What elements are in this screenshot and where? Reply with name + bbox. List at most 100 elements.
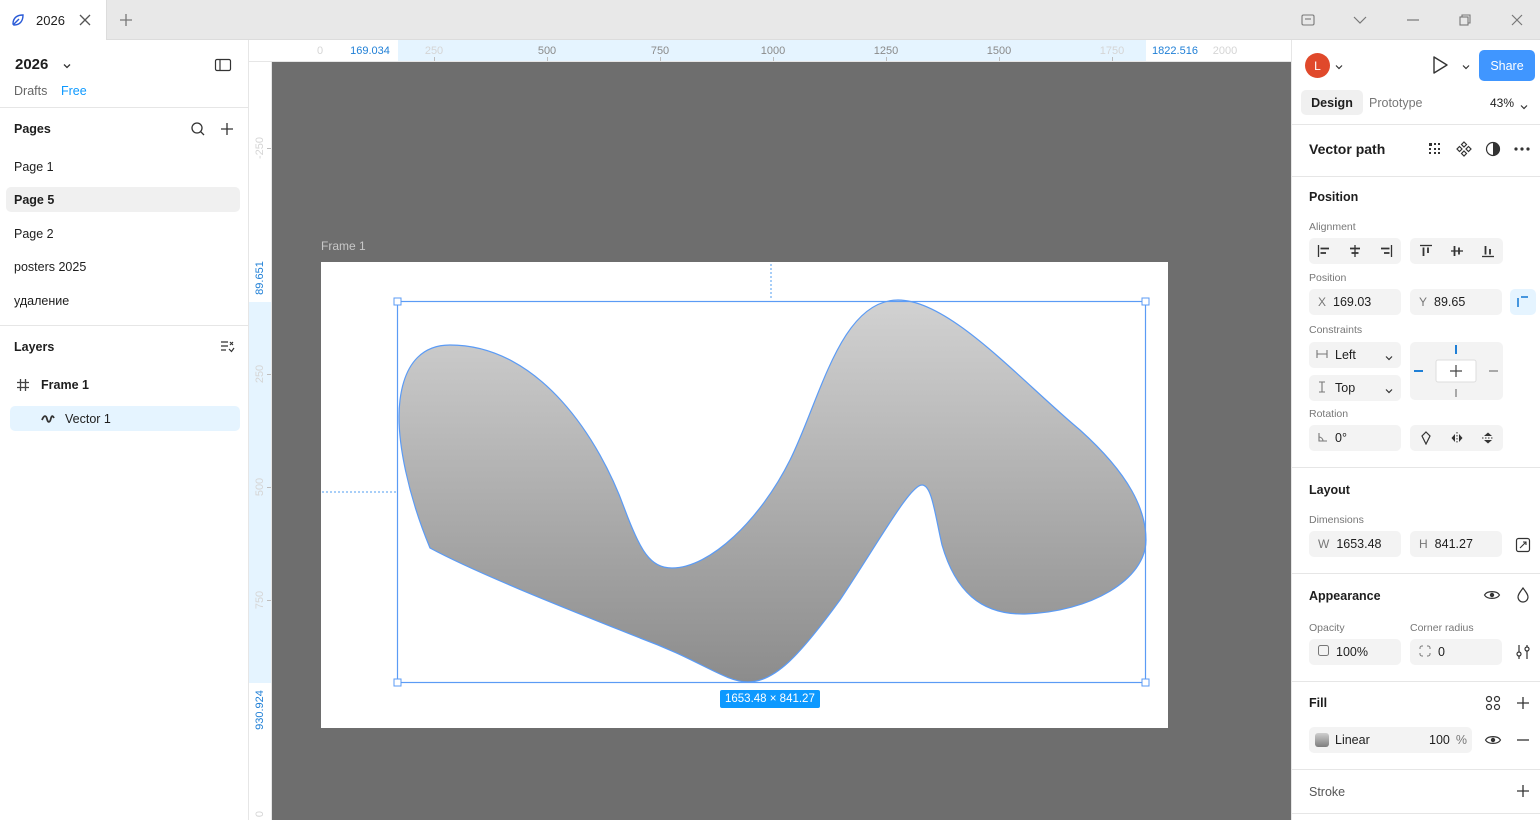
plan-badge[interactable]: Free bbox=[61, 84, 87, 98]
eye-icon[interactable] bbox=[1483, 586, 1501, 604]
vertical-constraint-value: Top bbox=[1335, 381, 1356, 395]
vector-path-icon bbox=[41, 413, 55, 425]
zoom-level[interactable]: 43% bbox=[1490, 96, 1514, 110]
y-value: 89.65 bbox=[1434, 295, 1466, 309]
tab-prototype[interactable]: Prototype bbox=[1369, 90, 1423, 115]
page-item-page-1[interactable]: Page 1 bbox=[6, 154, 240, 179]
divider bbox=[1292, 573, 1540, 574]
minimize-icon[interactable] bbox=[1387, 0, 1439, 40]
y-field[interactable]: Y 89.65 bbox=[1410, 289, 1502, 315]
remove-fill-minus-icon[interactable] bbox=[1514, 731, 1532, 749]
chevron-down-icon[interactable] bbox=[1520, 100, 1528, 110]
chevron-down-icon[interactable] bbox=[62, 60, 72, 70]
file-tab[interactable]: 2026 bbox=[0, 0, 107, 40]
align-top-icon[interactable] bbox=[1410, 238, 1441, 264]
avatar[interactable]: L bbox=[1305, 53, 1330, 78]
mask-icon[interactable] bbox=[1484, 140, 1502, 158]
ruler-label: 0 bbox=[254, 810, 266, 818]
restore-icon[interactable] bbox=[1439, 0, 1491, 40]
rotate-icon[interactable] bbox=[1410, 425, 1441, 451]
fill-row[interactable]: Linear 100 % bbox=[1309, 727, 1472, 753]
component-icon[interactable] bbox=[1455, 140, 1473, 158]
ruler-label: 750 bbox=[650, 45, 670, 57]
page-item-page-5[interactable]: Page 5 bbox=[6, 187, 240, 212]
page-item-label: Page 1 bbox=[14, 159, 54, 174]
close-window-icon[interactable] bbox=[1491, 0, 1540, 40]
chevron-down-icon[interactable] bbox=[1462, 60, 1470, 70]
layers-heading: Layers bbox=[14, 340, 55, 354]
align-bottom-icon[interactable] bbox=[1472, 238, 1503, 264]
fill-opacity-value[interactable]: 100 bbox=[1429, 733, 1450, 747]
file-name[interactable]: 2026 bbox=[15, 56, 48, 73]
chevron-down-icon[interactable] bbox=[1334, 0, 1386, 40]
dimensions-badge: 1653.48 × 841.27 bbox=[720, 690, 820, 708]
align-left-icon[interactable] bbox=[1309, 238, 1340, 264]
add-fill-plus-icon[interactable] bbox=[1514, 694, 1532, 712]
add-stroke-plus-icon[interactable] bbox=[1514, 782, 1532, 800]
independent-corners-icon[interactable] bbox=[1514, 643, 1532, 661]
horizontal-align-group bbox=[1309, 238, 1401, 264]
ruler-label-selection-end: 1822.516 bbox=[1152, 45, 1198, 57]
frame-label[interactable]: Frame 1 bbox=[321, 239, 366, 253]
panel-icon[interactable] bbox=[1282, 0, 1334, 40]
blend-mode-drop-icon[interactable] bbox=[1514, 586, 1532, 604]
page-item-label: удаление bbox=[14, 293, 70, 308]
file-location[interactable]: Drafts bbox=[14, 84, 47, 98]
new-tab-plus-icon[interactable] bbox=[118, 12, 134, 28]
layer-vector-1[interactable]: Vector 1 bbox=[10, 406, 240, 431]
constraints-toggle-icon[interactable] bbox=[1510, 289, 1536, 315]
page-item-page-2[interactable]: Page 2 bbox=[6, 221, 240, 246]
ruler-label: 1250 bbox=[873, 45, 899, 57]
page-item-udalenie[interactable]: удаление bbox=[6, 288, 240, 313]
grid-dots-icon[interactable] bbox=[1426, 140, 1444, 158]
eye-icon[interactable] bbox=[1484, 731, 1502, 749]
align-center-icon[interactable] bbox=[1340, 238, 1371, 264]
gradient-swatch[interactable] bbox=[1315, 733, 1329, 747]
ruler-label: 1750 bbox=[1099, 45, 1125, 57]
horizontal-constraint-value: Left bbox=[1335, 348, 1356, 362]
vertical-ruler[interactable]: -250 89.651 250 500 750 930.924 0 bbox=[249, 62, 272, 820]
search-icon[interactable] bbox=[190, 121, 206, 137]
layer-frame-1[interactable]: Frame 1 bbox=[6, 373, 240, 397]
align-right-icon[interactable] bbox=[1370, 238, 1401, 264]
width-field[interactable]: W 1653.48 bbox=[1309, 531, 1401, 557]
position-heading: Position bbox=[1309, 190, 1359, 204]
resize-to-fit-icon[interactable] bbox=[1514, 536, 1532, 554]
horizontal-constraint-select[interactable]: Left bbox=[1309, 342, 1401, 368]
chevron-down-icon[interactable] bbox=[1335, 60, 1343, 70]
rotation-field[interactable]: 0° bbox=[1309, 425, 1401, 451]
present-play-icon[interactable] bbox=[1431, 55, 1449, 75]
horizontal-ruler[interactable]: 0 169.034 250 500 750 1000 1250 1500 175… bbox=[249, 40, 1291, 62]
close-tab-icon[interactable] bbox=[78, 13, 92, 27]
divider bbox=[0, 325, 249, 326]
more-options-icon[interactable] bbox=[1513, 140, 1531, 158]
corner-radius-icon bbox=[1419, 645, 1431, 660]
styles-grid-icon[interactable] bbox=[1484, 694, 1502, 712]
flip-vertical-icon[interactable] bbox=[1472, 425, 1503, 451]
share-button[interactable]: Share bbox=[1479, 50, 1535, 81]
width-value: 1653.48 bbox=[1336, 537, 1382, 551]
vertical-constraint-select[interactable]: Top bbox=[1309, 375, 1401, 401]
constraints-label: Constraints bbox=[1309, 324, 1363, 336]
tab-design[interactable]: Design bbox=[1301, 90, 1363, 115]
ruler-label: 1500 bbox=[986, 45, 1012, 57]
corner-radius-label: Corner radius bbox=[1410, 622, 1474, 634]
align-middle-icon[interactable] bbox=[1441, 238, 1472, 264]
page-item-posters-2025[interactable]: posters 2025 bbox=[6, 254, 240, 279]
transform-group bbox=[1410, 425, 1503, 451]
opacity-field[interactable]: 100% bbox=[1309, 639, 1401, 665]
flip-horizontal-icon[interactable] bbox=[1441, 425, 1472, 451]
x-field[interactable]: X 169.03 bbox=[1309, 289, 1401, 315]
constraints-widget[interactable] bbox=[1410, 342, 1503, 400]
divider bbox=[1292, 467, 1540, 468]
divider bbox=[1292, 176, 1540, 177]
frame-1[interactable] bbox=[321, 262, 1168, 728]
ruler-label-selection-start: 169.034 bbox=[350, 45, 390, 57]
height-field[interactable]: H 841.27 bbox=[1410, 531, 1502, 557]
layers-filter-icon[interactable] bbox=[219, 339, 235, 355]
add-page-plus-icon[interactable] bbox=[219, 121, 235, 137]
ruler-label: 1000 bbox=[760, 45, 786, 57]
ruler-label: -250 bbox=[254, 136, 266, 160]
corner-radius-field[interactable]: 0 bbox=[1410, 639, 1502, 665]
sidebar-toggle-icon[interactable] bbox=[214, 57, 232, 73]
